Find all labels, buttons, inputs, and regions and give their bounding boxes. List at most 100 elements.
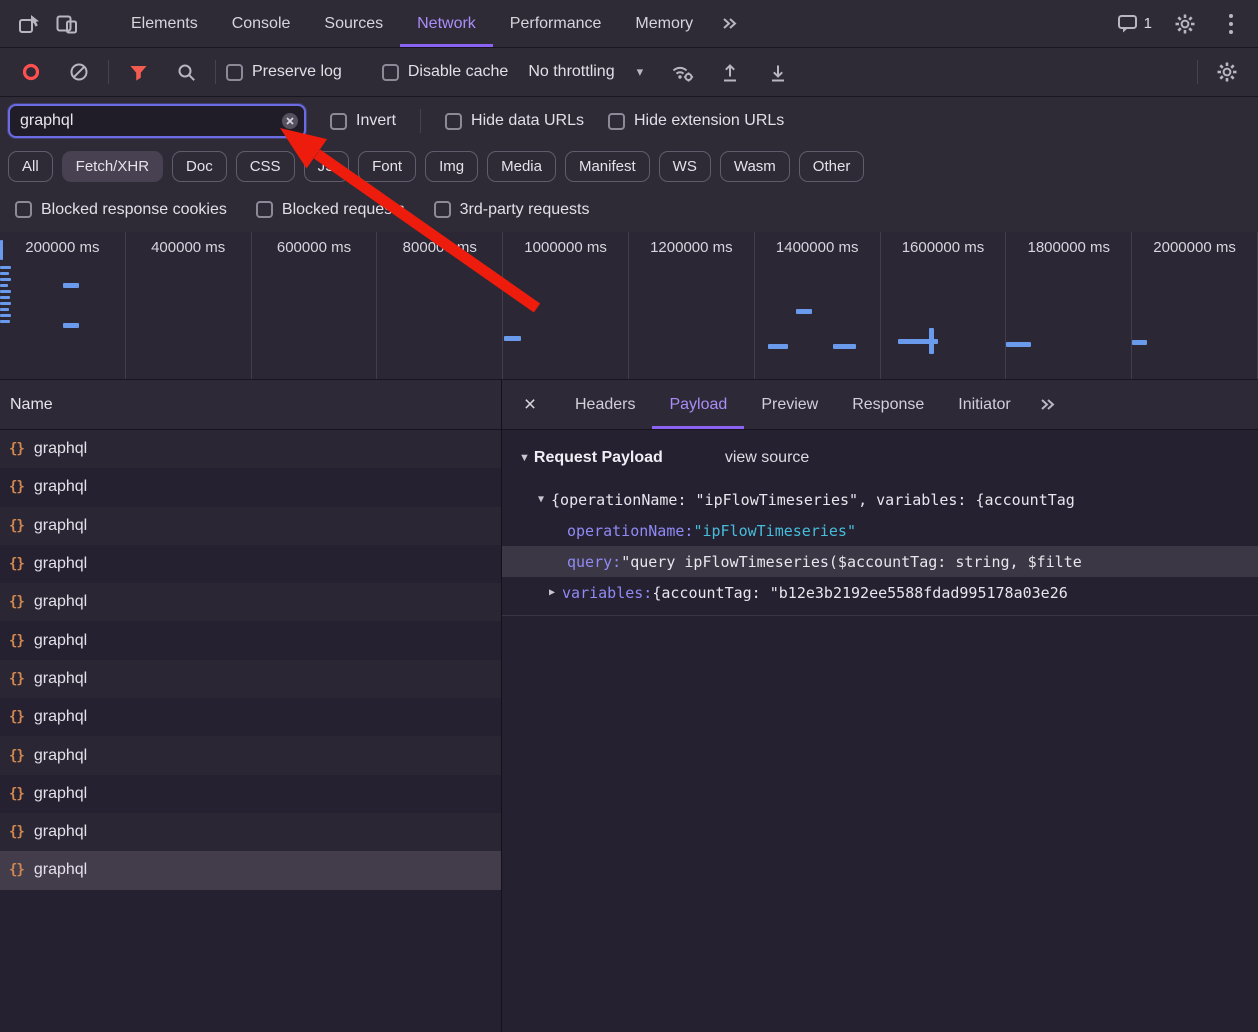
funnel-icon xyxy=(128,62,149,83)
hide-data-urls-label: Hide data URLs xyxy=(471,112,584,130)
request-row[interactable]: {}graphql xyxy=(0,660,501,698)
timeline-bar xyxy=(504,336,521,341)
network-conditions-button[interactable] xyxy=(663,61,701,83)
devtools-settings-button[interactable] xyxy=(1166,12,1204,36)
type-filter-all[interactable]: All xyxy=(8,151,53,182)
request-row[interactable]: {}graphql xyxy=(0,507,501,545)
hide-extension-urls-checkbox[interactable]: Hide extension URLs xyxy=(608,112,784,130)
detail-tab-payload[interactable]: Payload xyxy=(652,380,744,429)
json-braces-icon: {} xyxy=(9,633,24,649)
toolbar-divider xyxy=(215,60,216,84)
clear-icon xyxy=(69,62,89,82)
filter-input[interactable] xyxy=(8,104,306,138)
checkbox-blocked-response-cookies[interactable]: Blocked response cookies xyxy=(15,201,227,219)
request-row[interactable]: {}graphql xyxy=(0,545,501,583)
close-detail-button[interactable]: × xyxy=(502,380,558,429)
json-braces-icon: {} xyxy=(9,862,24,878)
export-har-button[interactable] xyxy=(759,61,797,83)
throttling-dropdown[interactable]: No throttling ▾ xyxy=(528,63,643,81)
preserve-log-checkbox[interactable]: Preserve log xyxy=(226,63,342,81)
tab-elements[interactable]: Elements xyxy=(114,0,215,47)
devtools-menu-button[interactable] xyxy=(1212,13,1250,35)
type-filter-manifest[interactable]: Manifest xyxy=(565,151,650,182)
network-toolbar: Preserve log Disable cache No throttling… xyxy=(0,48,1258,97)
inspect-element-button[interactable] xyxy=(10,0,48,47)
devtools-tabbar: ElementsConsoleSourcesNetworkPerformance… xyxy=(0,0,1258,48)
request-row[interactable]: {}graphql xyxy=(0,813,501,851)
expand-triangle-icon[interactable]: ▶ xyxy=(549,587,555,598)
type-filter-wasm[interactable]: Wasm xyxy=(720,151,790,182)
request-row[interactable]: {}graphql xyxy=(0,468,501,506)
checkbox-blocked-requests[interactable]: Blocked requests xyxy=(256,201,405,219)
request-row[interactable]: {}graphql xyxy=(0,583,501,621)
more-panels-button[interactable] xyxy=(710,0,748,47)
json-row-variables[interactable]: ▶ variables: {accountTag: "b12e3b2192ee5… xyxy=(502,577,1258,608)
json-row-query[interactable]: query: "query ipFlowTimeseries($accountT… xyxy=(502,546,1258,577)
checkbox-box xyxy=(15,201,32,218)
gear-icon xyxy=(1215,60,1239,84)
json-braces-icon: {} xyxy=(9,709,24,725)
record-network-log-button[interactable] xyxy=(12,62,50,82)
name-header-label: Name xyxy=(10,396,53,414)
inspect-icon xyxy=(18,13,40,35)
filter-toggle-button[interactable] xyxy=(119,62,157,83)
request-row[interactable]: {}graphql xyxy=(0,851,501,889)
json-key: variables: xyxy=(562,584,652,602)
request-name: graphql xyxy=(34,670,87,688)
device-toolbar-button[interactable] xyxy=(48,0,86,47)
checkbox-box xyxy=(445,113,462,130)
request-row[interactable]: {}graphql xyxy=(0,775,501,813)
json-key: query: xyxy=(567,553,621,571)
disable-cache-checkbox[interactable]: Disable cache xyxy=(382,63,509,81)
timeline-bar xyxy=(929,328,934,354)
network-settings-button[interactable] xyxy=(1208,60,1246,84)
collapse-triangle-icon[interactable]: ▼ xyxy=(519,452,530,464)
type-filter-ws[interactable]: WS xyxy=(659,151,711,182)
type-filter-media[interactable]: Media xyxy=(487,151,556,182)
request-row[interactable]: {}graphql xyxy=(0,430,501,468)
tab-sources[interactable]: Sources xyxy=(307,0,400,47)
tab-network[interactable]: Network xyxy=(400,0,493,47)
checkbox-label: Blocked requests xyxy=(282,201,405,219)
detail-tab-initiator[interactable]: Initiator xyxy=(941,380,1027,429)
clear-filter-button[interactable] xyxy=(281,112,299,130)
double-chevron-icon xyxy=(1038,395,1057,414)
type-filter-doc[interactable]: Doc xyxy=(172,151,227,182)
type-filter-js[interactable]: JS xyxy=(304,151,350,182)
checkbox-3rd-party-requests[interactable]: 3rd-party requests xyxy=(434,201,590,219)
timeline-bar xyxy=(0,320,10,323)
more-detail-tabs-button[interactable] xyxy=(1028,380,1067,429)
tab-performance[interactable]: Performance xyxy=(493,0,619,47)
json-braces-icon: {} xyxy=(9,824,24,840)
clear-network-log-button[interactable] xyxy=(60,62,98,82)
tab-console[interactable]: Console xyxy=(215,0,308,47)
type-filter-font[interactable]: Font xyxy=(358,151,416,182)
import-har-button[interactable] xyxy=(711,61,749,83)
type-filter-fetch-xhr[interactable]: Fetch/XHR xyxy=(62,151,163,182)
request-row[interactable]: {}graphql xyxy=(0,621,501,659)
name-column-header[interactable]: Name xyxy=(0,380,501,430)
requests-pane: Name {}graphql{}graphql{}graphql{}graphq… xyxy=(0,380,502,1032)
type-filter-css[interactable]: CSS xyxy=(236,151,295,182)
invert-checkbox[interactable]: Invert xyxy=(330,112,396,130)
request-row[interactable]: {}graphql xyxy=(0,736,501,774)
detail-tabs: HeadersPayloadPreviewResponseInitiator xyxy=(558,380,1028,429)
detail-tab-response[interactable]: Response xyxy=(835,380,941,429)
collapse-triangle-icon[interactable]: ▼ xyxy=(538,494,544,505)
view-source-link[interactable]: view source xyxy=(725,449,809,467)
toolbar-divider xyxy=(1197,60,1198,84)
payload-json-tree: ▼ {operationName: "ipFlowTimeseries", va… xyxy=(502,484,1258,616)
json-row-operationname[interactable]: operationName: "ipFlowTimeseries" xyxy=(502,515,1258,546)
type-filter-other[interactable]: Other xyxy=(799,151,865,182)
search-network-button[interactable] xyxy=(167,62,205,83)
timeline-bar xyxy=(0,314,11,317)
console-messages-button[interactable]: 1 xyxy=(1111,13,1158,34)
request-row[interactable]: {}graphql xyxy=(0,698,501,736)
tab-memory[interactable]: Memory xyxy=(618,0,710,47)
hide-data-urls-checkbox[interactable]: Hide data URLs xyxy=(445,112,584,130)
json-root-row[interactable]: ▼ {operationName: "ipFlowTimeseries", va… xyxy=(502,484,1258,515)
detail-tab-headers[interactable]: Headers xyxy=(558,380,652,429)
json-string-value: "ipFlowTimeseries" xyxy=(693,522,856,540)
type-filter-img[interactable]: Img xyxy=(425,151,478,182)
detail-tab-preview[interactable]: Preview xyxy=(744,380,835,429)
